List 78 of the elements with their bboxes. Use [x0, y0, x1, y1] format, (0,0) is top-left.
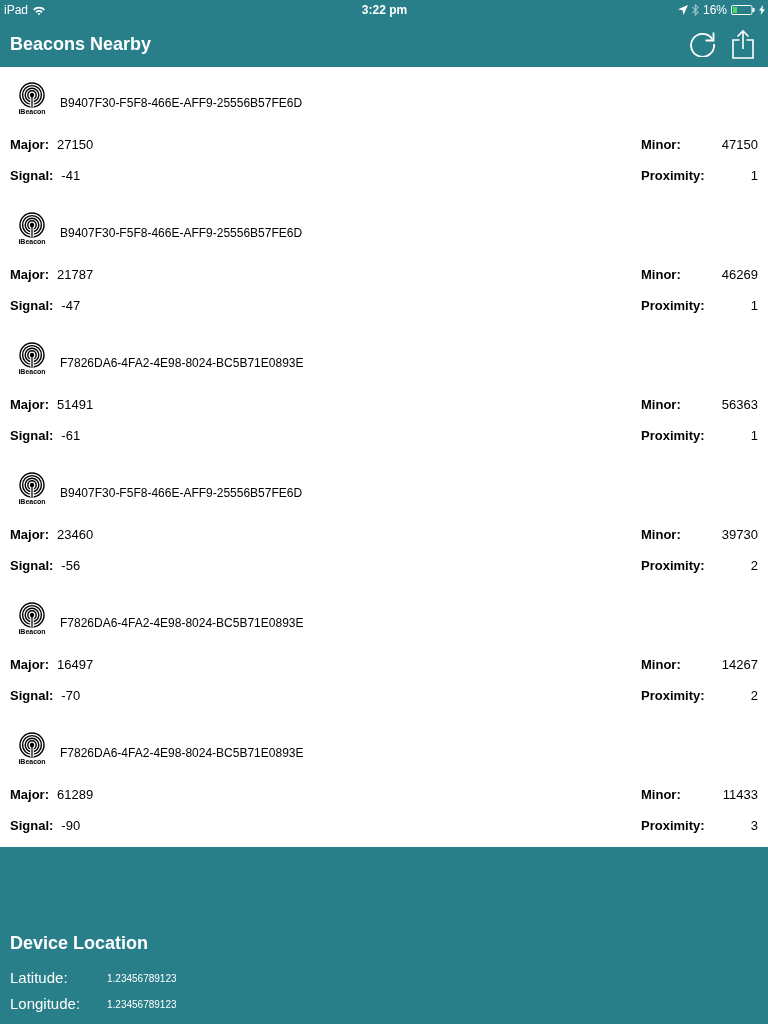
field-label: Minor:: [641, 526, 681, 545]
field-value: 14267: [721, 656, 758, 675]
field-value: -47: [61, 297, 81, 316]
field-label: Minor:: [641, 396, 681, 415]
section-title: Device Location: [10, 932, 150, 954]
field-label: Major:: [10, 136, 49, 155]
carrier-name: iPad: [4, 2, 29, 19]
field-label: Signal:: [10, 557, 54, 576]
field-label: Signal:: [10, 297, 54, 316]
field-value: 2: [750, 557, 758, 576]
field-value: 61289: [57, 786, 94, 805]
battery-icon: [731, 5, 755, 15]
location-label: Longitude:: [10, 993, 82, 1014]
refresh-icon: [689, 30, 716, 57]
charging-bolt-icon: [759, 5, 765, 15]
field-value: 56363: [721, 396, 758, 415]
field-value: 47150: [721, 136, 758, 155]
field-value: 3: [750, 817, 758, 836]
field-value: 21787: [57, 266, 94, 285]
beacon-uuid: F7826DA6-4FA2-4E98-8024-BC5B71E0893E: [60, 745, 304, 762]
concentric-rings-icon: [19, 472, 45, 498]
field-label: Signal:: [10, 427, 54, 446]
concentric-rings-icon: [19, 212, 45, 238]
screen-title: Beacons Nearby: [10, 32, 152, 55]
field-label: Proximity:: [641, 297, 705, 316]
concentric-rings-icon: [19, 602, 45, 628]
status-time: 3:22 pm: [361, 2, 408, 19]
beacon-uuid: F7826DA6-4FA2-4E98-8024-BC5B71E0893E: [60, 615, 304, 632]
field-value: 1: [750, 167, 758, 186]
field-value: 16497: [57, 656, 94, 675]
location-value: 1.23456789123: [107, 971, 177, 986]
location-label: Latitude:: [10, 967, 69, 988]
concentric-rings-icon: [19, 342, 45, 368]
share-icon: [732, 28, 754, 59]
field-value: -90: [61, 817, 81, 836]
field-label: Major:: [10, 786, 49, 805]
location-arrow-icon: [677, 5, 688, 15]
location-value: 1.23456789123: [107, 997, 177, 1012]
beacon-uuid: B9407F30-F5F8-466E-AFF9-25556B57FE6D: [60, 95, 303, 112]
wifi-icon: [32, 4, 47, 16]
beacon-uuid: B9407F30-F5F8-466E-AFF9-25556B57FE6D: [60, 225, 303, 242]
field-value: 11433: [722, 786, 758, 805]
field-value: -61: [61, 427, 81, 446]
field-value: 1: [750, 297, 758, 316]
field-label: Proximity:: [641, 427, 705, 446]
field-label: Minor:: [641, 266, 681, 285]
beacon-uuid: B9407F30-F5F8-466E-AFF9-25556B57FE6D: [60, 485, 303, 502]
field-label: Proximity:: [641, 687, 705, 706]
field-value: 2: [750, 687, 758, 706]
field-label: Major:: [10, 396, 49, 415]
field-label: Signal:: [10, 817, 54, 836]
beacon-uuid: F7826DA6-4FA2-4E98-8024-BC5B71E0893E: [60, 355, 304, 372]
field-label: Signal:: [10, 167, 54, 186]
field-label: Minor:: [641, 786, 681, 805]
battery-percentage: 16%: [702, 2, 727, 19]
concentric-rings-icon: [19, 82, 45, 108]
field-label: Proximity:: [641, 817, 705, 836]
field-value: -56: [61, 557, 81, 576]
field-label: Minor:: [641, 656, 681, 675]
bluetooth-icon: [691, 4, 699, 16]
field-value: 23460: [57, 526, 94, 545]
field-label: Signal:: [10, 687, 54, 706]
refresh-button[interactable]: [689, 30, 716, 57]
concentric-rings-icon: [19, 732, 45, 758]
share-button[interactable]: [732, 28, 754, 59]
field-label: Major:: [10, 526, 49, 545]
field-label: Minor:: [641, 136, 681, 155]
field-label: Major:: [10, 266, 49, 285]
field-value: 1: [750, 427, 758, 446]
field-value: 27150: [57, 136, 94, 155]
field-value: -70: [61, 687, 81, 706]
field-value: 39730: [721, 526, 758, 545]
field-label: Proximity:: [641, 557, 705, 576]
field-value: 51491: [57, 396, 94, 415]
field-label: Proximity:: [641, 167, 705, 186]
field-value: -41: [61, 167, 81, 186]
field-label: Major:: [10, 656, 49, 675]
field-value: 46269: [721, 266, 758, 285]
